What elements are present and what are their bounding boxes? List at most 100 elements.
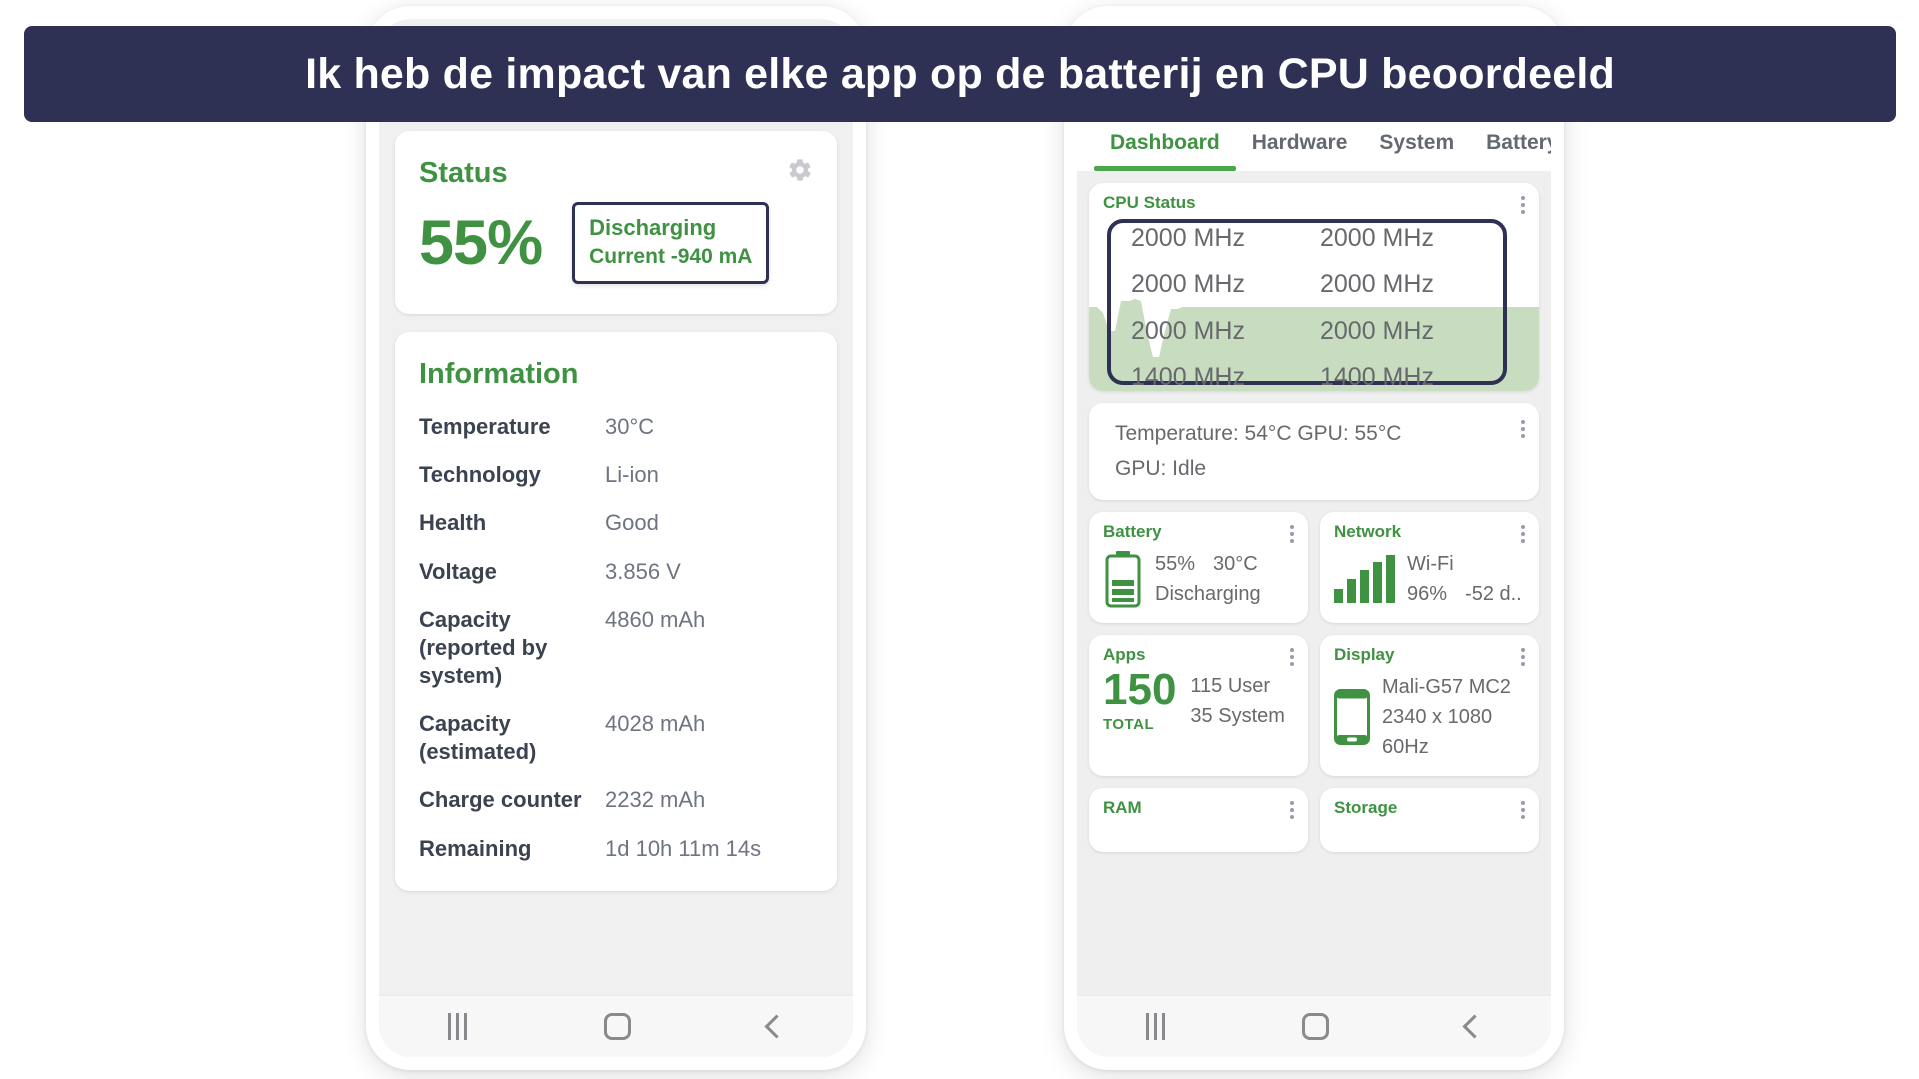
row-key: Capacity (estimated) [419, 711, 537, 765]
row-value: 30°C [605, 414, 655, 440]
battery-percent: 55% [1155, 553, 1196, 576]
storage-card-title: Storage [1334, 798, 1398, 818]
row-value: 1d 10h 11m 14s [605, 835, 762, 861]
cpu-status-card: CPU Status 2000 MHz 2000 MHz 2000 MHz 20… [1089, 183, 1539, 391]
discharging-highlight-box: Discharging Current -940 mA [572, 202, 770, 285]
row-key: Temperature [419, 414, 551, 440]
network-type: Wi-Fi [1407, 553, 1454, 576]
battery-card-body: 55% 30°C Discharging [1089, 543, 1308, 623]
battery-state: Discharging [1155, 583, 1261, 606]
battery-percent-value: 55% [419, 207, 543, 278]
cpu-core-value: 2000 MHz [1131, 316, 1245, 345]
home-icon[interactable] [1301, 1013, 1329, 1040]
display-card: Display Mali-G57 MC2 2340 x 1080 60Hz [1320, 635, 1539, 777]
kebab-menu-icon[interactable] [1521, 522, 1525, 544]
table-row: Charge counter 2232 mAh [419, 786, 813, 814]
ram-card: RAM [1089, 788, 1308, 853]
storage-card-header: Storage [1320, 788, 1539, 820]
screenshot-root: Ik heb de impact van elke app op de batt… [0, 0, 1919, 1079]
information-rows: Temperature 30°C Technology Li-ion Healt… [419, 413, 813, 863]
headline-banner: Ik heb de impact van elke app op de batt… [24, 26, 1896, 122]
network-strength-and-dbm: 96% -52 d.. [1407, 579, 1522, 609]
discharging-state-label: Discharging [589, 215, 717, 240]
status-card-title: Status [419, 157, 508, 189]
apps-user-count: 115 User [1190, 674, 1271, 697]
kebab-menu-icon[interactable] [1521, 193, 1525, 214]
battery-card-text: 55% 30°C Discharging [1155, 549, 1261, 609]
apps-system-count: 35 System [1190, 704, 1285, 727]
display-refresh-rate: 60Hz [1382, 736, 1429, 759]
row-value: 4860 mAh [605, 606, 706, 632]
battery-percent-and-temp: 55% 30°C [1155, 549, 1261, 579]
kebab-menu-icon[interactable] [1290, 522, 1294, 544]
cpu-core-value: 2000 MHz [1131, 270, 1245, 299]
battery-card-title: Battery [1103, 522, 1162, 542]
apps-card-body: 150 TOTAL 115 User 35 System [1089, 666, 1308, 749]
row-key: Remaining [419, 835, 532, 861]
cpu-core-value: 1400 MHz [1320, 362, 1434, 391]
battery-network-row: Battery 55% 30°C Discharging Network Wi-… [1089, 512, 1539, 624]
cpu-card-title: CPU Status [1103, 193, 1196, 212]
phone-screen-right: Dashboard Hardware System Battery CP [1077, 19, 1551, 1057]
signal-bars-icon [1334, 555, 1395, 604]
table-row: Temperature 30°C [419, 413, 813, 441]
apps-display-row: Apps 150 TOTAL 115 User 35 System Displa… [1089, 635, 1539, 777]
kebab-menu-icon[interactable] [1521, 417, 1525, 438]
row-key: Technology [419, 462, 541, 488]
network-card-title: Network [1334, 522, 1402, 542]
network-strength: 96% [1407, 583, 1448, 606]
status-card-header: Status [419, 157, 813, 190]
back-icon[interactable] [1461, 1014, 1487, 1039]
headline-text: Ik heb de impact van elke app op de batt… [305, 49, 1615, 98]
kebab-menu-icon[interactable] [1521, 645, 1525, 667]
battery-app-screen: Status 55% Discharging Current -940 mA I… [379, 19, 853, 995]
temperature-card: Temperature: 54°C GPU: 55°C GPU: Idle [1089, 403, 1539, 501]
row-key: Voltage [419, 558, 497, 584]
row-value: Li-ion [605, 462, 659, 488]
apps-total-label: TOTAL [1103, 716, 1155, 734]
tab-dashboard[interactable]: Dashboard [1094, 131, 1236, 171]
phone-mockup-left: Status 55% Discharging Current -940 mA I… [366, 6, 866, 1070]
android-navigation-bar-left [379, 995, 853, 1057]
kebab-menu-icon[interactable] [1290, 798, 1294, 820]
row-value: Good [605, 510, 659, 536]
kebab-menu-icon[interactable] [1290, 645, 1294, 667]
tab-hardware[interactable]: Hardware [1236, 131, 1364, 171]
cpu-core-value: 2000 MHz [1131, 224, 1245, 252]
cpu-card-header: CPU Status [1089, 183, 1539, 214]
row-value: 3.856 V [605, 558, 681, 584]
apps-breakdown: 115 User 35 System [1190, 671, 1284, 731]
display-resolution: 2340 x 1080 [1382, 706, 1493, 729]
temperature-line-1: Temperature: 54°C GPU: 55°C [1115, 422, 1402, 445]
gear-icon[interactable] [787, 157, 813, 183]
smartphone-icon [1334, 689, 1370, 746]
table-row: Capacity (reported by system) 4860 mAh [419, 606, 813, 690]
row-key: Health [419, 510, 487, 536]
table-row: Voltage 3.856 V [419, 558, 813, 586]
home-icon[interactable] [603, 1013, 631, 1040]
table-row: Health Good [419, 509, 813, 537]
recents-icon[interactable] [447, 1013, 467, 1040]
apps-count-block: 150 TOTAL [1103, 668, 1176, 734]
back-icon[interactable] [763, 1014, 789, 1039]
tab-system[interactable]: System [1363, 131, 1470, 171]
network-card-header: Network [1320, 512, 1539, 544]
status-card: Status 55% Discharging Current -940 mA [395, 131, 837, 315]
recents-icon[interactable] [1145, 1013, 1165, 1040]
system-info-app-screen: Dashboard Hardware System Battery CP [1077, 19, 1551, 995]
temperature-line-2: GPU: Idle [1115, 456, 1207, 480]
apps-card: Apps 150 TOTAL 115 User 35 System [1089, 635, 1308, 777]
cpu-core-value: 2000 MHz [1320, 316, 1434, 345]
cpu-core-value: 2000 MHz [1320, 270, 1434, 299]
battery-temperature: 30°C [1213, 553, 1258, 576]
table-row: Technology Li-ion [419, 461, 813, 489]
phone-mockup-right: Dashboard Hardware System Battery CP [1064, 6, 1564, 1070]
ram-card-title: RAM [1103, 798, 1142, 818]
network-card-body: Wi-Fi 96% -52 d.. [1320, 543, 1539, 623]
display-card-body: Mali-G57 MC2 2340 x 1080 60Hz [1320, 666, 1539, 776]
kebab-menu-icon[interactable] [1521, 798, 1525, 820]
tab-battery[interactable]: Battery [1470, 131, 1551, 171]
table-row: Remaining 1d 10h 11m 14s [419, 835, 813, 863]
display-card-text: Mali-G57 MC2 2340 x 1080 60Hz [1382, 672, 1511, 762]
row-key: Capacity (reported by system) [419, 606, 548, 688]
